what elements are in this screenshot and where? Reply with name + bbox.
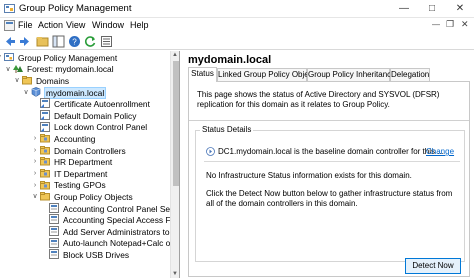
menu-window[interactable]: Window bbox=[92, 20, 124, 30]
tree-item-label: mydomain.local bbox=[44, 86, 107, 99]
info-arrow-icon bbox=[206, 147, 215, 156]
menu-help[interactable]: Help bbox=[130, 20, 149, 30]
no-infrastructure-text: No Infrastructure Status information exi… bbox=[206, 171, 412, 180]
tree-item[interactable]: › Testing GPOs bbox=[34, 180, 107, 191]
up-folder-icon[interactable] bbox=[36, 35, 49, 48]
forward-arrow-icon[interactable] bbox=[18, 35, 31, 48]
chevron-down-icon[interactable]: ∨ bbox=[22, 87, 30, 98]
gpm-app-icon bbox=[4, 4, 15, 13]
tree-item[interactable]: ∨ Group Policy Management bbox=[0, 52, 118, 63]
tree-item[interactable]: Default Domain Policy bbox=[40, 110, 137, 121]
mdi-minimize-icon[interactable]: — bbox=[432, 20, 440, 29]
tree-item[interactable]: › Domain Controllers bbox=[34, 145, 127, 156]
tree-item[interactable]: ∨ mydomain.local bbox=[23, 86, 107, 99]
tree-item-label: Default Domain Policy bbox=[54, 110, 137, 121]
tree-item[interactable]: Block USB Drives bbox=[49, 249, 130, 260]
scroll-down-icon[interactable]: ▼ bbox=[172, 271, 178, 277]
chevron-down-icon[interactable]: ∨ bbox=[4, 64, 12, 75]
tree-item-label: Testing GPOs bbox=[54, 180, 106, 191]
tree-item[interactable]: Accounting Control Panel Set bbox=[49, 202, 173, 214]
mdi-close-icon[interactable]: ✕ bbox=[461, 19, 469, 30]
tree-item-label: Add Server Administrators to bbox=[63, 226, 170, 237]
chevron-right-icon[interactable]: › bbox=[31, 180, 39, 191]
tab-delegation[interactable]: Delegation bbox=[390, 68, 430, 81]
tree-item-label: HR Department bbox=[54, 157, 113, 168]
tree-item[interactable]: › IT Department bbox=[34, 168, 108, 179]
tree-item-label: Accounting Control Panel Set bbox=[63, 203, 173, 214]
menu-file[interactable]: File bbox=[18, 20, 33, 30]
tab-status[interactable]: Status bbox=[188, 67, 217, 82]
tree-item[interactable]: Lock down Control Panel bbox=[40, 121, 148, 133]
detect-now-button[interactable]: Detect Now bbox=[405, 258, 461, 274]
chevron-right-icon[interactable]: › bbox=[31, 156, 39, 167]
tree-item[interactable]: ∨ Group Policy Objects bbox=[32, 191, 134, 202]
tree-item[interactable]: Certificate Autoenrollment bbox=[40, 98, 151, 109]
tree-item-label: Group Policy Objects bbox=[54, 191, 133, 202]
minimize-button[interactable]: — bbox=[390, 0, 418, 18]
scroll-up-icon[interactable]: ▲ bbox=[172, 52, 178, 58]
detect-instructions: Click the Detect Now button below to gat… bbox=[206, 189, 453, 208]
tree-item-label: Block USB Drives bbox=[63, 249, 130, 260]
tree-item-label: Accounting bbox=[54, 133, 96, 144]
status-description: This page shows the status of Active Dir… bbox=[197, 90, 440, 109]
details-pane: mydomain.local Status Linked Group Polic… bbox=[184, 51, 474, 278]
menu-bar: File Action View Window Help — ❐ ✕ bbox=[0, 18, 474, 33]
refresh-icon[interactable] bbox=[84, 35, 97, 48]
tree-item-label: Auto-launch Notepad+Calc o bbox=[63, 238, 171, 249]
status-divider bbox=[204, 161, 460, 162]
system-menu-icon[interactable] bbox=[4, 20, 15, 31]
tree-item-label: Group Policy Management bbox=[18, 52, 118, 63]
tree-item[interactable]: ∨ Forest: mydomain.local bbox=[5, 64, 115, 75]
svg-text:?: ? bbox=[72, 38, 77, 47]
domain-title: mydomain.local bbox=[188, 54, 272, 66]
tab-inheritance[interactable]: Group Policy Inheritance bbox=[307, 68, 396, 81]
status-tab-body: This page shows the status of Active Dir… bbox=[188, 81, 470, 277]
status-details-group: Status Details DC1.mydomain.local is the… bbox=[195, 125, 465, 262]
description-divider bbox=[189, 120, 469, 121]
show-console-tree-icon[interactable] bbox=[52, 35, 65, 48]
tree-item[interactable]: ∨ Domains bbox=[14, 75, 70, 86]
chevron-down-icon[interactable]: ∨ bbox=[0, 52, 3, 63]
properties-icon[interactable] bbox=[100, 35, 113, 48]
toolbar: ? bbox=[0, 33, 474, 50]
tree-item[interactable]: › HR Department bbox=[34, 156, 113, 168]
chevron-right-icon[interactable]: › bbox=[31, 133, 39, 144]
scroll-thumb[interactable] bbox=[173, 61, 179, 186]
tab-linked-gpos[interactable]: Linked Group Policy Objects bbox=[217, 68, 319, 81]
tree-item-label: IT Department bbox=[54, 168, 108, 179]
chevron-down-icon[interactable]: ∨ bbox=[31, 191, 39, 202]
change-link[interactable]: Change bbox=[426, 147, 454, 156]
tree-item-label: Certificate Autoenrollment bbox=[54, 99, 150, 110]
back-arrow-icon[interactable] bbox=[4, 35, 17, 48]
chevron-down-icon[interactable]: ∨ bbox=[13, 75, 21, 86]
maximize-button[interactable]: □ bbox=[418, 0, 446, 18]
baseline-dc-text: DC1.mydomain.local is the baseline domai… bbox=[218, 147, 444, 156]
status-details-label: Status Details bbox=[200, 125, 254, 134]
tree-item-label: Domains bbox=[36, 75, 70, 86]
title-bar: Group Policy Management — □ ✕ bbox=[0, 0, 474, 18]
console-tree[interactable]: ∨ Group Policy Management ∨ Forest: mydomai… bbox=[0, 51, 180, 278]
tree-item[interactable]: › Accounting bbox=[34, 133, 96, 144]
tree-item-label: Accounting Special Access Fi bbox=[63, 215, 173, 226]
gpo-icon bbox=[49, 249, 59, 262]
close-button[interactable]: ✕ bbox=[446, 0, 474, 18]
tree-item[interactable]: Add Server Administrators to bbox=[49, 226, 171, 237]
chevron-right-icon[interactable]: › bbox=[31, 168, 39, 179]
tree-item-label: Lock down Control Panel bbox=[54, 122, 148, 133]
menu-view[interactable]: View bbox=[66, 20, 85, 30]
help-icon[interactable]: ? bbox=[68, 35, 81, 48]
mdi-restore-icon[interactable]: ❐ bbox=[446, 19, 454, 30]
menu-action[interactable]: Action bbox=[38, 20, 63, 30]
tree-item-label: Forest: mydomain.local bbox=[27, 64, 114, 75]
tree-scrollbar[interactable]: ▲ ▼ bbox=[170, 51, 179, 278]
chevron-right-icon[interactable]: › bbox=[31, 145, 39, 156]
tree-item[interactable]: Accounting Special Access Fi bbox=[49, 214, 173, 225]
window-title: Group Policy Management bbox=[19, 3, 132, 14]
tree-item[interactable]: Auto-launch Notepad+Calc o bbox=[49, 237, 171, 249]
tree-item-label: Domain Controllers bbox=[54, 145, 126, 156]
